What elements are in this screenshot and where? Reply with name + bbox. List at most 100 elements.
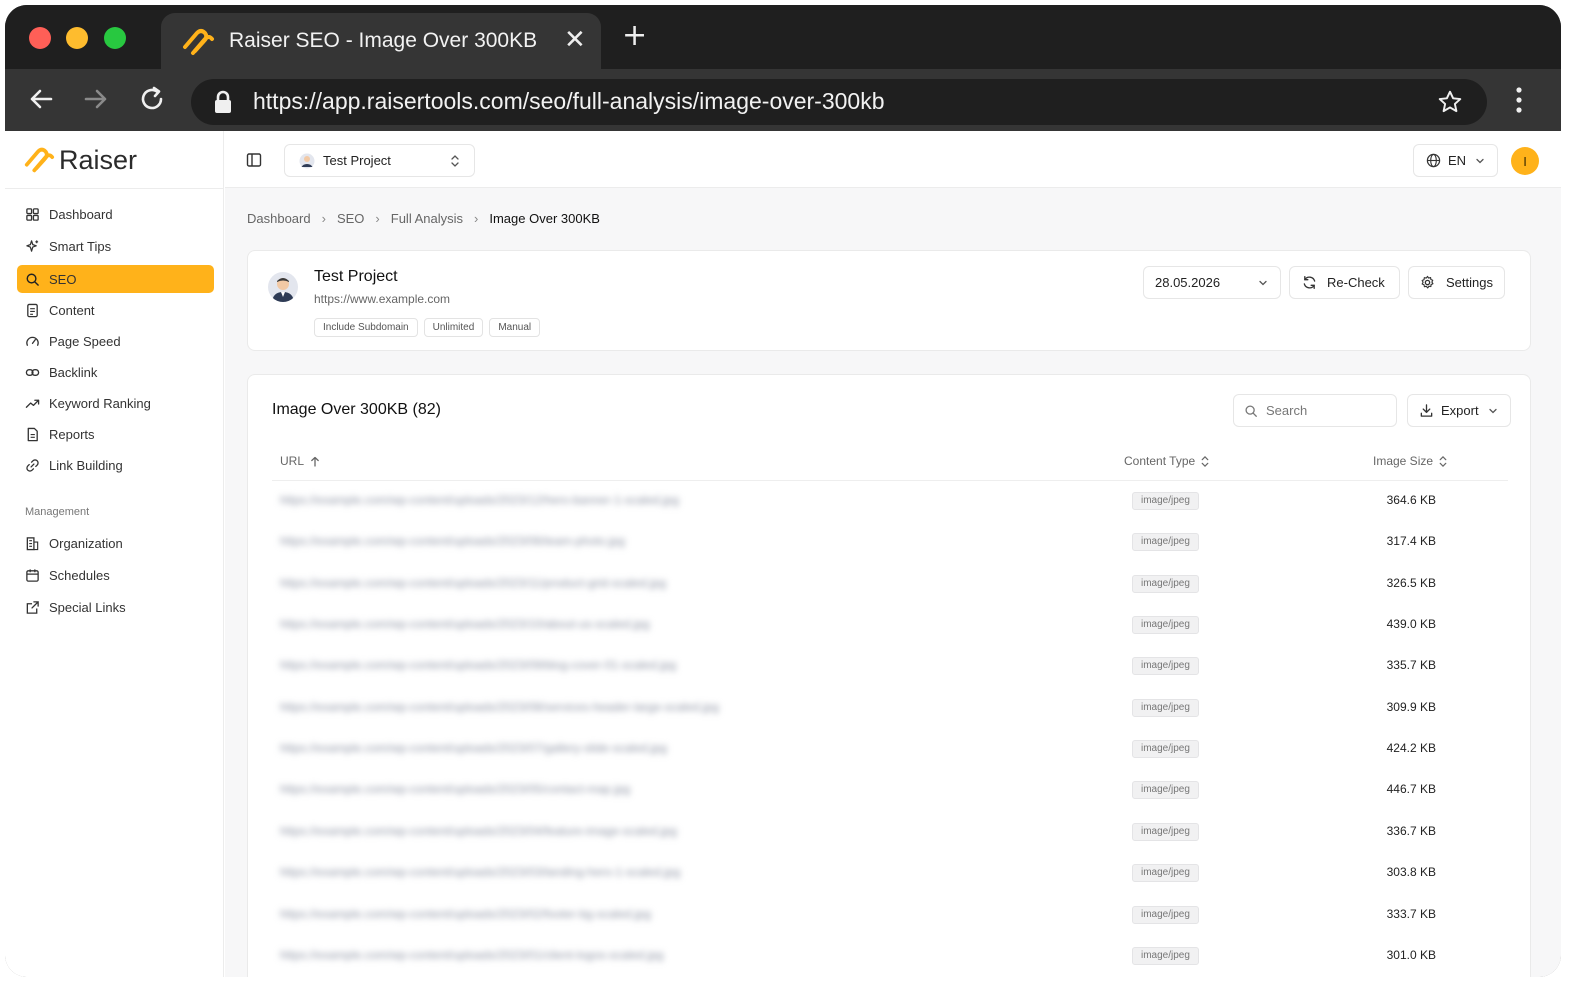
browser-menu-icon[interactable] <box>1514 86 1524 114</box>
sidebar-item-dashboard[interactable]: Dashboard <box>17 200 214 228</box>
row-image-size: 301.0 KB <box>1386 948 1436 962</box>
sidebar-item-schedules[interactable]: Schedules <box>17 561 214 589</box>
date-selector[interactable]: 28.05.2026 <box>1143 266 1281 299</box>
sidebar-item-keyword-ranking[interactable]: Keyword Ranking <box>17 389 214 417</box>
table-row[interactable]: https://example.com/wp-content/uploads/2… <box>272 605 1508 646</box>
export-button[interactable]: Export <box>1407 394 1511 427</box>
sidebar-divider <box>5 188 224 189</box>
reload-icon[interactable] <box>136 83 168 115</box>
row-image-size: 439.0 KB <box>1386 617 1436 631</box>
brand-logo[interactable]: Raiser <box>23 143 137 177</box>
sidebar-item-label: SEO <box>49 271 77 287</box>
building-icon <box>26 536 39 550</box>
close-tab-icon[interactable]: ✕ <box>564 25 586 55</box>
row-content-type: image/jpeg <box>1132 657 1199 675</box>
sidebar-item-label: Schedules <box>49 567 110 583</box>
sidebar-item-link-building[interactable]: Link Building <box>17 451 214 479</box>
row-url[interactable]: https://example.com/wp-content/uploads/2… <box>280 948 664 962</box>
minimize-window-button[interactable] <box>66 27 88 49</box>
sidebar-item-reports[interactable]: Reports <box>17 420 214 448</box>
gauge-icon <box>26 336 39 346</box>
row-url[interactable]: https://example.com/wp-content/uploads/2… <box>280 658 676 672</box>
table-row[interactable]: https://example.com/wp-content/uploads/2… <box>272 729 1508 770</box>
project-url: https://www.example.com <box>314 292 451 306</box>
sidebar-item-special-links[interactable]: Special Links <box>17 593 214 621</box>
table-title: Image Over 300KB (82) <box>272 401 441 418</box>
recheck-label: Re-Check <box>1327 275 1385 290</box>
download-icon <box>1420 404 1433 417</box>
project-name: Test Project <box>314 268 398 285</box>
sidebar-item-organization[interactable]: Organization <box>17 529 214 557</box>
raiser-logo-icon <box>181 27 215 61</box>
maximize-window-button[interactable] <box>104 27 126 49</box>
row-url[interactable]: https://example.com/wp-content/uploads/2… <box>280 824 677 838</box>
table-row[interactable]: https://example.com/wp-content/uploads/2… <box>272 646 1508 687</box>
sidebar-item-smart-tips[interactable]: Smart Tips <box>17 232 214 260</box>
browser-tab[interactable]: Raiser SEO - Image Over 300KB ✕ <box>161 13 601 71</box>
row-content-type: image/jpeg <box>1132 575 1199 593</box>
sidebar-item-label: Page Speed <box>49 333 121 349</box>
breadcrumb-separator-icon: › <box>474 211 479 226</box>
bookmark-star-icon[interactable] <box>1437 89 1463 115</box>
table-row[interactable]: https://example.com/wp-content/uploads/2… <box>272 481 1508 522</box>
sidebar-toggle-icon[interactable] <box>246 152 262 168</box>
tab-title: Raiser SEO - Image Over 300KB <box>229 29 538 52</box>
row-url[interactable]: https://example.com/wp-content/uploads/2… <box>280 700 719 714</box>
language-selector[interactable]: EN <box>1413 144 1498 177</box>
gear-icon <box>1421 275 1434 289</box>
sidebar-item-label: Backlink <box>49 364 98 380</box>
row-url[interactable]: https://example.com/wp-content/uploads/2… <box>280 576 666 590</box>
external-link-icon <box>26 600 39 614</box>
app-viewport: Raiser Dashboard Smart Tips SEO Content <box>5 131 1561 977</box>
sidebar-item-label: Link Building <box>49 457 123 473</box>
search-input[interactable]: Search <box>1233 394 1397 427</box>
chevron-down-icon <box>1476 158 1484 164</box>
row-image-size: 317.4 KB <box>1386 534 1436 548</box>
row-image-size: 309.9 KB <box>1386 700 1436 714</box>
table-row[interactable]: https://example.com/wp-content/uploads/2… <box>272 688 1508 729</box>
column-header-content-type[interactable]: Content Type <box>1124 454 1210 468</box>
breadcrumb-dashboard[interactable]: Dashboard <box>247 211 311 226</box>
breadcrumb-seo[interactable]: SEO <box>337 211 364 226</box>
sidebar-item-content[interactable]: Content <box>17 296 214 324</box>
table-row[interactable]: https://example.com/wp-content/uploads/2… <box>272 812 1508 853</box>
settings-button[interactable]: Settings <box>1408 266 1505 299</box>
tag-include-subdomain: Include Subdomain <box>314 318 418 337</box>
column-header-url[interactable]: URL <box>280 454 320 468</box>
table-row[interactable]: https://example.com/wp-content/uploads/2… <box>272 522 1508 563</box>
breadcrumb: Dashboard › SEO › Full Analysis › Image … <box>247 211 600 226</box>
sidebar-item-label: Dashboard <box>49 206 113 222</box>
row-image-size: 326.5 KB <box>1386 576 1436 590</box>
breadcrumb-full-analysis[interactable]: Full Analysis <box>391 211 463 226</box>
table-row[interactable]: https://example.com/wp-content/uploads/2… <box>272 564 1508 605</box>
row-url[interactable]: https://example.com/wp-content/uploads/2… <box>280 493 679 507</box>
table-row[interactable]: https://example.com/wp-content/uploads/2… <box>272 770 1508 811</box>
row-url[interactable]: https://example.com/wp-content/uploads/2… <box>280 782 630 796</box>
row-url[interactable]: https://example.com/wp-content/uploads/2… <box>280 617 650 631</box>
sidebar-item-page-speed[interactable]: Page Speed <box>17 327 214 355</box>
column-header-image-size[interactable]: Image Size <box>1373 454 1448 468</box>
project-selector[interactable]: Test Project <box>284 144 475 177</box>
table-row[interactable]: https://example.com/wp-content/uploads/2… <box>272 853 1508 894</box>
sidebar-item-label: Smart Tips <box>49 238 112 254</box>
project-selector-label: Test Project <box>323 153 391 168</box>
row-url[interactable]: https://example.com/wp-content/uploads/2… <box>280 865 680 879</box>
recheck-button[interactable]: Re-Check <box>1289 266 1400 299</box>
row-url[interactable]: https://example.com/wp-content/uploads/2… <box>280 907 651 921</box>
row-content-type: image/jpeg <box>1132 781 1199 799</box>
close-window-button[interactable] <box>29 27 51 49</box>
new-tab-icon[interactable]: + <box>622 19 647 53</box>
row-image-size: 364.6 KB <box>1386 493 1436 507</box>
row-url[interactable]: https://example.com/wp-content/uploads/2… <box>280 741 667 755</box>
breadcrumb-separator-icon: › <box>375 211 380 226</box>
table-row[interactable]: https://example.com/wp-content/uploads/2… <box>272 895 1508 936</box>
table-row[interactable]: https://example.com/wp-content/uploads/2… <box>272 936 1508 977</box>
forward-icon[interactable] <box>80 83 112 115</box>
row-url[interactable]: https://example.com/wp-content/uploads/2… <box>280 534 625 548</box>
address-bar[interactable]: https://app.raisertools.com/seo/full-ana… <box>191 79 1487 125</box>
back-icon[interactable] <box>25 83 57 115</box>
user-avatar[interactable]: I <box>1511 147 1539 175</box>
sidebar-item-backlink[interactable]: Backlink <box>17 358 214 386</box>
sidebar-item-seo[interactable]: SEO <box>17 265 214 293</box>
breadcrumb-separator-icon: › <box>321 211 326 226</box>
